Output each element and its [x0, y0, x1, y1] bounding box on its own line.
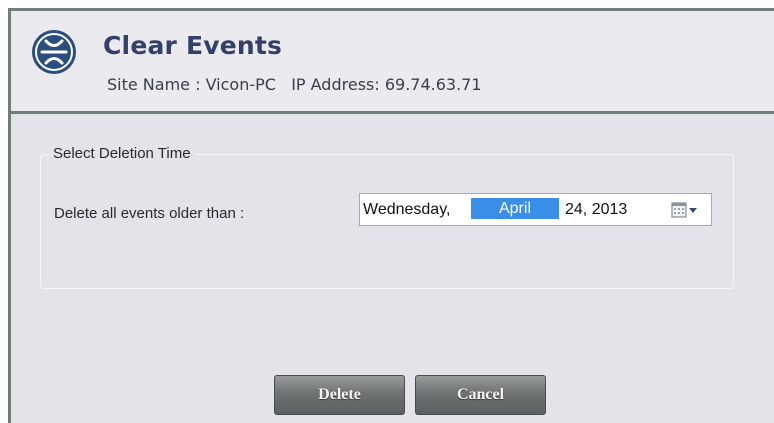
dialog-header: Clear Events Site Name : Vicon-PC IP Add… [11, 11, 774, 114]
date-weekday[interactable]: Wednesday, [363, 201, 450, 219]
deletion-date-picker[interactable]: Wednesday, April 24, 2013 [359, 193, 712, 226]
cancel-button[interactable]: Cancel [415, 375, 546, 415]
calendar-dropdown-icon[interactable] [664, 200, 704, 220]
group-legend: Select Deletion Time [49, 145, 195, 162]
delete-button[interactable]: Delete [274, 375, 405, 415]
site-info: Site Name : Vicon-PC IP Address: 69.74.6… [107, 75, 482, 94]
date-month-selected[interactable]: April [471, 198, 559, 219]
date-day-year[interactable]: 24, 2013 [565, 201, 627, 219]
dialog-title: Clear Events [103, 31, 283, 60]
delete-older-than-label: Delete all events older than : [54, 205, 245, 222]
vicon-logo-icon [32, 30, 76, 74]
clear-events-dialog: Clear Events Site Name : Vicon-PC IP Add… [8, 8, 774, 423]
deletion-time-group: Select Deletion Time Delete all events o… [40, 145, 734, 289]
